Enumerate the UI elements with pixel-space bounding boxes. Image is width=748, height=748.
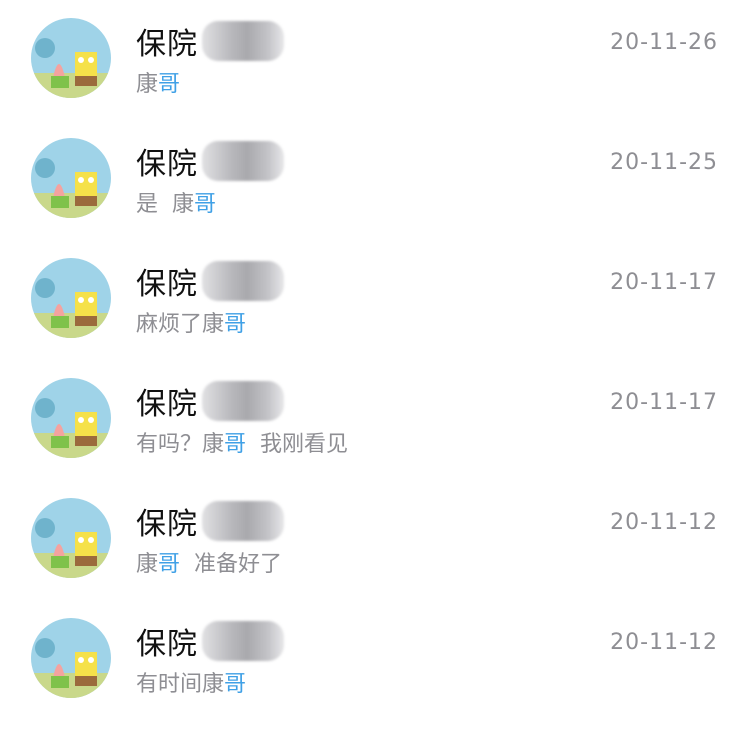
mention-text: 哥: [158, 552, 181, 577]
message-preview: 康哥 准备好了: [136, 552, 283, 577]
message-date: 20-11-17: [610, 390, 718, 415]
mention-text: 哥: [224, 432, 247, 457]
chat-list-item[interactable]: 保院 有时间康哥 20-11-12: [0, 600, 748, 720]
chat-list-item[interactable]: 保院 有吗？康哥 我刚看见 20-11-17: [0, 360, 748, 480]
message-date: 20-11-12: [610, 510, 718, 535]
message-date: 20-11-12: [610, 630, 718, 655]
contact-name-area: 保院: [136, 18, 284, 64]
message-date: 20-11-25: [610, 150, 718, 175]
message-date: 20-11-17: [610, 270, 718, 295]
message-preview: 麻烦了康哥: [136, 312, 247, 337]
contact-name: 保院: [136, 267, 198, 302]
message-preview: 康哥: [136, 72, 181, 97]
contact-name: 保院: [136, 147, 198, 182]
cartoon-avatar-icon[interactable]: [31, 258, 111, 338]
redacted-name-blur: [202, 621, 284, 661]
redacted-name-blur: [202, 141, 284, 181]
cartoon-avatar-icon[interactable]: [31, 18, 111, 98]
cartoon-avatar-icon[interactable]: [31, 378, 111, 458]
contact-name-area: 保院: [136, 138, 284, 184]
message-date: 20-11-26: [610, 30, 718, 55]
contact-name: 保院: [136, 627, 198, 662]
redacted-name-blur: [202, 381, 284, 421]
contact-name: 保院: [136, 27, 198, 62]
mention-text: 哥: [224, 312, 247, 337]
cartoon-avatar-icon[interactable]: [31, 498, 111, 578]
contact-name-area: 保院: [136, 618, 284, 664]
cartoon-avatar-icon[interactable]: [31, 618, 111, 698]
message-preview: 有吗？康哥 我刚看见: [136, 432, 349, 457]
chat-list: 保院 康哥 20-11-26 保院 是 康哥 20-11-25 保院 麻烦了康哥…: [0, 0, 748, 748]
contact-name-area: 保院: [136, 498, 284, 544]
contact-name: 保院: [136, 387, 198, 422]
chat-list-item[interactable]: 保院 康哥 准备好了 20-11-12: [0, 480, 748, 600]
chat-list-item[interactable]: 保院 康哥 20-11-26: [0, 0, 748, 120]
redacted-name-blur: [202, 261, 284, 301]
mention-text: 哥: [158, 72, 181, 97]
contact-name-area: 保院: [136, 378, 284, 424]
contact-name: 保院: [136, 507, 198, 542]
redacted-name-blur: [202, 21, 284, 61]
message-preview: 是 康哥: [136, 192, 217, 217]
chat-list-item[interactable]: 保院 是 康哥 20-11-25: [0, 120, 748, 240]
redacted-name-blur: [202, 501, 284, 541]
cartoon-avatar-icon[interactable]: [31, 138, 111, 218]
contact-name-area: 保院: [136, 258, 284, 304]
chat-list-item[interactable]: 保院 麻烦了康哥 20-11-17: [0, 240, 748, 360]
mention-text: 哥: [194, 192, 217, 217]
message-preview: 有时间康哥: [136, 672, 247, 697]
mention-text: 哥: [224, 672, 247, 697]
